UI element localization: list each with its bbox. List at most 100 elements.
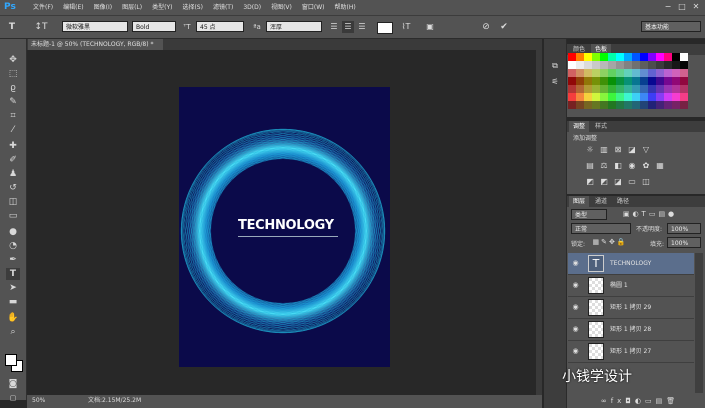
swatch-cell[interactable]	[664, 69, 672, 77]
swatch-cell[interactable]	[592, 93, 600, 101]
fill-input[interactable]: 100%	[667, 237, 701, 248]
swatch-cell[interactable]	[584, 53, 592, 61]
color-lookup-icon[interactable]: ▦	[655, 161, 665, 171]
screen-mode-icon[interactable]: ▢	[6, 392, 20, 404]
blur-tool-icon[interactable]: ●	[6, 226, 20, 238]
minimize-icon[interactable]: −	[663, 2, 673, 12]
swatch-cell[interactable]	[656, 101, 664, 109]
levels-icon[interactable]: ▥	[599, 145, 609, 155]
swatch-cell[interactable]	[648, 93, 656, 101]
path-select-tool-icon[interactable]: ➤	[6, 282, 20, 294]
layers-scrollbar[interactable]	[695, 253, 703, 393]
swatch-cell[interactable]	[680, 101, 688, 109]
swatch-cell[interactable]	[632, 93, 640, 101]
menu-edit[interactable]: 编辑(E)	[58, 0, 88, 15]
swatch-cell[interactable]	[624, 77, 632, 85]
swatch-cell[interactable]	[632, 101, 640, 109]
swatch-cell[interactable]	[576, 101, 584, 109]
layer-row-technology[interactable]: ◉ T TECHNOLOGY	[568, 253, 694, 275]
swatch-cell[interactable]	[632, 85, 640, 93]
swatch-cell[interactable]	[608, 101, 616, 109]
menu-filter[interactable]: 滤镜(T)	[208, 0, 238, 15]
hand-tool-icon[interactable]: ✋	[6, 312, 20, 324]
swatch-cell[interactable]	[616, 85, 624, 93]
tab-adjustments[interactable]: 调整	[569, 121, 590, 132]
move-tool-icon[interactable]: ✥	[6, 54, 20, 66]
swatch-cell[interactable]	[592, 85, 600, 93]
layer-row-rect-29[interactable]: ◉ 矩形 1 拷贝 29	[568, 297, 694, 319]
vibrance-icon[interactable]: ▽	[641, 145, 651, 155]
zoom-level[interactable]: 50%	[32, 396, 45, 406]
swatch-cell[interactable]	[576, 77, 584, 85]
swatch-cell[interactable]	[664, 101, 672, 109]
close-icon[interactable]: ✕	[691, 2, 701, 12]
type-tool-preset-icon[interactable]: T	[5, 21, 19, 33]
swatch-cell[interactable]	[600, 53, 608, 61]
layer-filter-icons[interactable]: ▣◐T▭▤●	[612, 208, 688, 220]
swatch-cell[interactable]	[616, 93, 624, 101]
tab-styles[interactable]: 样式	[591, 121, 611, 132]
swatch-cell[interactable]	[568, 77, 576, 85]
swatch-cell[interactable]	[672, 77, 680, 85]
antialias-select[interactable]: 浑厚	[266, 21, 322, 32]
swatch-cell[interactable]	[608, 93, 616, 101]
foreground-color-swatch[interactable]	[5, 354, 17, 366]
align-right-icon[interactable]: ☰	[356, 21, 368, 33]
swatch-cell[interactable]	[592, 69, 600, 77]
swatch-cell[interactable]	[664, 77, 672, 85]
swatch-cell[interactable]	[616, 69, 624, 77]
visibility-eye-icon[interactable]: ◉	[571, 347, 580, 356]
swatch-cell[interactable]	[576, 85, 584, 93]
swatch-cell[interactable]	[592, 53, 600, 61]
swatch-cell[interactable]	[600, 85, 608, 93]
swatch-cell[interactable]	[664, 61, 672, 69]
swatch-cell[interactable]	[672, 93, 680, 101]
swatch-cell[interactable]	[640, 61, 648, 69]
swatch-cell[interactable]	[664, 93, 672, 101]
swatch-cell[interactable]	[576, 69, 584, 77]
swatch-cell[interactable]	[600, 61, 608, 69]
swatch-cell[interactable]	[680, 69, 688, 77]
hue-sat-icon[interactable]: ▤	[585, 161, 595, 171]
exposure-icon[interactable]: ◪	[627, 145, 637, 155]
channel-mixer-icon[interactable]: ✿	[641, 161, 651, 171]
swatch-cell[interactable]	[600, 101, 608, 109]
swatch-cell[interactable]	[592, 77, 600, 85]
swatch-cell[interactable]	[672, 85, 680, 93]
commit-check-icon[interactable]: ✔	[498, 21, 510, 33]
swatch-cell[interactable]	[624, 101, 632, 109]
shape-tool-icon[interactable]: ▬	[6, 296, 20, 308]
menu-3d[interactable]: 3D(D)	[238, 0, 266, 15]
zoom-tool-icon[interactable]: ⌕	[6, 326, 20, 338]
swatch-cell[interactable]	[672, 61, 680, 69]
swatch-cell[interactable]	[568, 101, 576, 109]
menu-type[interactable]: 类型(Y)	[147, 0, 177, 15]
threshold-icon[interactable]: ◪	[613, 177, 623, 187]
swatch-cell[interactable]	[680, 85, 688, 93]
swatch-cell[interactable]	[632, 61, 640, 69]
swatch-cell[interactable]	[680, 93, 688, 101]
font-size-select[interactable]: 45 点	[196, 21, 244, 32]
swatch-cell[interactable]	[624, 93, 632, 101]
swatch-cell[interactable]	[608, 69, 616, 77]
swatch-cell[interactable]	[624, 69, 632, 77]
swatch-cell[interactable]	[680, 77, 688, 85]
swatch-cell[interactable]	[600, 77, 608, 85]
maximize-icon[interactable]: □	[677, 2, 687, 12]
swatch-cell[interactable]	[640, 77, 648, 85]
swatch-cell[interactable]	[656, 85, 664, 93]
swatch-cell[interactable]	[584, 77, 592, 85]
swatch-cell[interactable]	[568, 85, 576, 93]
swatch-cell[interactable]	[592, 61, 600, 69]
swatch-cell[interactable]	[664, 53, 672, 61]
swatch-cell[interactable]	[672, 53, 680, 61]
swatch-cell[interactable]	[592, 101, 600, 109]
swatch-cell[interactable]	[640, 85, 648, 93]
clone-stamp-tool-icon[interactable]: ♟	[6, 168, 20, 180]
align-left-icon[interactable]: ☰	[328, 21, 340, 33]
swatch-cell[interactable]	[656, 69, 664, 77]
gradient-tool-icon[interactable]: ▭	[6, 210, 20, 222]
swatch-cell[interactable]	[640, 53, 648, 61]
swatch-cell[interactable]	[616, 101, 624, 109]
text-color-swatch[interactable]	[377, 22, 393, 34]
